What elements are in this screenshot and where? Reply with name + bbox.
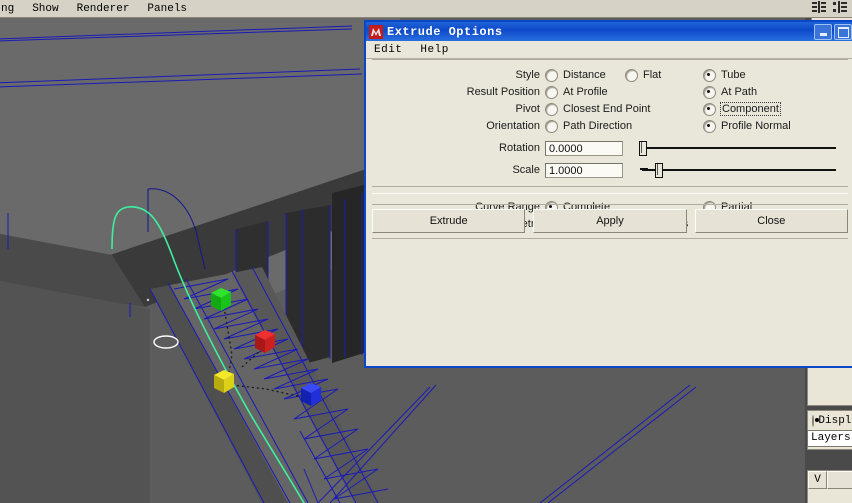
extrude-options-dialog[interactable]: Extrude Options Edit Help Style Distance xyxy=(364,20,852,368)
radio-distance[interactable] xyxy=(545,68,558,82)
rotation-input[interactable]: 0.0000 xyxy=(545,140,623,156)
row-scale: Scale 1.0000 xyxy=(372,161,848,179)
rotation-slider-thumb[interactable] xyxy=(639,141,647,156)
row-pivot: Pivot Closest End Point Component xyxy=(372,101,848,117)
label-at-profile: At Profile xyxy=(563,86,608,98)
dialog-separator xyxy=(372,204,848,205)
maya-app-icon xyxy=(369,24,383,39)
label-distance: Distance xyxy=(563,69,606,81)
right-panel-mid-box xyxy=(807,362,852,406)
pivot-option-closest-end-point[interactable]: Closest End Point xyxy=(545,102,703,116)
main-menubar[interactable]: ng Show Renderer Panels xyxy=(0,0,852,18)
menu-item-ng[interactable]: ng xyxy=(0,3,23,15)
scale-slider-tick xyxy=(640,168,648,170)
display-layers-box: Displa Layers xyxy=(807,410,852,450)
style-label: Style xyxy=(515,69,540,81)
app-root: Displa Layers V ng Show Renderer Panels xyxy=(0,0,852,503)
label-path-direction: Path Direction xyxy=(563,120,633,132)
menu-item-panels[interactable]: Panels xyxy=(138,3,196,15)
orientation-option-path-direction[interactable]: Path Direction xyxy=(545,119,703,133)
close-button[interactable]: Close xyxy=(694,209,848,233)
row-style: Style Distance Flat Tube xyxy=(372,67,848,83)
rotation-label: Rotation xyxy=(499,142,540,154)
dialog-titlebar[interactable]: Extrude Options xyxy=(366,22,852,41)
radio-tube[interactable] xyxy=(703,68,716,82)
scale-slider-track xyxy=(642,169,836,171)
scale-slider[interactable] xyxy=(633,162,848,178)
rotation-slider[interactable] xyxy=(633,140,848,156)
radio-at-profile[interactable] xyxy=(545,85,558,99)
display-radio[interactable] xyxy=(812,415,821,427)
rotation-slider-track xyxy=(642,147,836,149)
radio-flat[interactable] xyxy=(625,68,638,82)
result-position-option-at-path[interactable]: At Path xyxy=(703,85,758,99)
extrude-options-group: Style Distance Flat Tube Result Position… xyxy=(372,59,848,187)
label-flat: Flat xyxy=(643,69,662,81)
scale-slider-thumb[interactable] xyxy=(655,163,663,178)
menu-item-show[interactable]: Show xyxy=(23,3,67,15)
maximize-button[interactable] xyxy=(834,24,852,40)
result-position-option-at-profile[interactable]: At Profile xyxy=(545,85,703,99)
row-rotation: Rotation 0.0000 xyxy=(372,139,848,157)
dialog-body: Style Distance Flat Tube Result Position… xyxy=(366,59,852,239)
pivot-label: Pivot xyxy=(515,103,540,115)
layers-field[interactable]: Layers xyxy=(807,430,852,447)
radio-path-direction[interactable] xyxy=(545,119,558,133)
apply-button[interactable]: Apply xyxy=(533,209,687,233)
label-closest-end-point: Closest End Point xyxy=(563,103,651,115)
layers-table[interactable]: V xyxy=(807,470,852,503)
pivot-option-component[interactable]: Component xyxy=(703,102,781,116)
row-result-position: Result Position At Profile At Path xyxy=(372,84,848,100)
scale-input[interactable]: 1.0000 xyxy=(545,162,623,178)
display-label: Displa xyxy=(818,415,852,427)
list-view-icon[interactable] xyxy=(812,1,827,14)
style-option-flat[interactable]: Flat xyxy=(625,68,703,82)
label-at-path: At Path xyxy=(721,86,758,98)
menu-item-renderer[interactable]: Renderer xyxy=(68,3,139,15)
layers-table-col-v[interactable]: V xyxy=(808,471,827,489)
dialog-button-bar: Extrude Apply Close xyxy=(372,209,848,233)
row-orientation: Orientation Path Direction Profile Norma… xyxy=(372,118,848,134)
dialog-menubar[interactable]: Edit Help xyxy=(366,41,852,59)
detail-view-icon[interactable] xyxy=(833,1,848,14)
dialog-title: Extrude Options xyxy=(387,24,503,39)
extrude-button[interactable]: Extrude xyxy=(372,209,526,233)
orientation-option-profile-normal[interactable]: Profile Normal xyxy=(703,119,791,133)
minimize-button[interactable] xyxy=(814,24,832,40)
dialog-menu-edit[interactable]: Edit xyxy=(374,44,402,56)
table-header-v: V xyxy=(814,474,821,486)
orientation-label: Orientation xyxy=(486,120,540,132)
style-option-distance[interactable]: Distance xyxy=(545,68,625,82)
result-position-label: Result Position xyxy=(466,86,540,98)
style-option-tube[interactable]: Tube xyxy=(703,68,746,82)
radio-profile-normal[interactable] xyxy=(703,119,716,133)
layers-label: Layers xyxy=(811,432,851,444)
label-component: Component xyxy=(720,102,781,116)
layers-table-col-2[interactable] xyxy=(827,471,852,489)
radio-component[interactable] xyxy=(703,102,716,116)
radio-closest-end-point[interactable] xyxy=(545,102,558,116)
label-profile-normal: Profile Normal xyxy=(721,120,791,132)
radio-at-path[interactable] xyxy=(703,85,716,99)
label-tube: Tube xyxy=(721,69,746,81)
dialog-menu-help[interactable]: Help xyxy=(420,44,448,56)
scale-label: Scale xyxy=(512,164,540,176)
